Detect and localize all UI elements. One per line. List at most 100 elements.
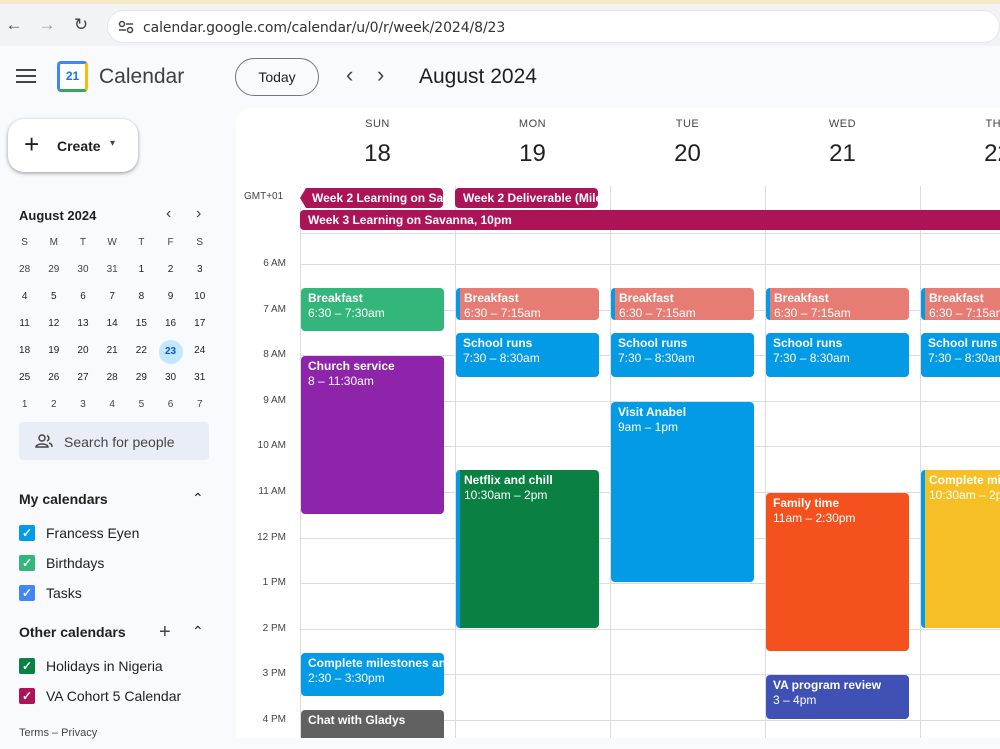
mini-day[interactable]: 25 xyxy=(10,367,39,394)
forward-arrow-icon[interactable]: → xyxy=(38,16,56,34)
mini-day[interactable]: 14 xyxy=(98,313,127,340)
day-number[interactable]: 21 xyxy=(765,140,920,168)
mini-day[interactable]: 20 xyxy=(68,340,97,367)
checkbox-checked-icon[interactable]: ✓ xyxy=(19,555,35,571)
mini-day[interactable]: 8 xyxy=(127,286,156,313)
mini-day[interactable]: 12 xyxy=(39,313,68,340)
calendar-event[interactable]: Breakfast 6:30 – 7:15am xyxy=(611,287,754,320)
day-header[interactable]: MON 19 xyxy=(455,118,610,168)
calendar-event[interactable]: Complete milestones and 2:30 – 3:30pm xyxy=(301,652,444,697)
all-day-event[interactable]: Week 2 Deliverable (Milestone) xyxy=(455,188,598,208)
mini-day[interactable]: 18 xyxy=(10,340,39,367)
my-calendars-title[interactable]: My calendars xyxy=(19,491,108,507)
day-header[interactable]: WED 21 xyxy=(765,118,920,168)
checkbox-checked-icon[interactable]: ✓ xyxy=(19,525,35,541)
mini-day[interactable]: 28 xyxy=(98,367,127,394)
mini-day[interactable]: 6 xyxy=(156,394,185,421)
calendar-item[interactable]: ✓ Birthdays xyxy=(19,553,199,573)
mini-day[interactable]: 11 xyxy=(10,313,39,340)
mini-day[interactable]: 9 xyxy=(156,286,185,313)
mini-day[interactable]: 24 xyxy=(185,340,214,367)
address-bar[interactable]: calendar.google.com/calendar/u/0/r/week/… xyxy=(107,10,1000,43)
mini-prev-month-icon[interactable]: ‹ xyxy=(166,205,171,223)
mini-day[interactable]: 31 xyxy=(185,367,214,394)
calendar-event[interactable]: School runs 7:30 – 8:30am xyxy=(921,333,1000,377)
today-button[interactable]: Today xyxy=(235,58,319,96)
mini-day[interactable]: 15 xyxy=(127,313,156,340)
day-header[interactable]: SUN 18 xyxy=(300,118,455,168)
mini-day[interactable]: 2 xyxy=(39,394,68,421)
all-day-event[interactable]: Week 2 Learning on Savanna xyxy=(300,188,443,208)
main-menu-icon[interactable] xyxy=(16,69,36,85)
mini-day[interactable]: 30 xyxy=(156,367,185,394)
mini-day[interactable]: 21 xyxy=(98,340,127,367)
mini-day[interactable]: 28 xyxy=(10,259,39,286)
calendar-item[interactable]: ✓ Holidays in Nigeria xyxy=(19,656,199,676)
add-calendar-icon[interactable]: + xyxy=(159,622,171,642)
mini-day[interactable]: 1 xyxy=(10,394,39,421)
terms-privacy-links[interactable]: Terms – Privacy xyxy=(19,727,97,739)
calendar-event[interactable]: School runs 7:30 – 8:30am xyxy=(766,333,909,377)
calendar-event[interactable]: School runs 7:30 – 8:30am xyxy=(611,333,754,377)
day-number[interactable]: 22 xyxy=(920,140,1000,168)
mini-day[interactable]: 17 xyxy=(185,313,214,340)
calendar-event[interactable]: Netflix and chill 10:30am – 2pm xyxy=(456,470,599,628)
mini-day[interactable]: 22 xyxy=(127,340,156,367)
calendar-event[interactable]: Church service 8 – 11:30am xyxy=(301,356,444,514)
reload-icon[interactable]: ↻ xyxy=(72,16,90,34)
calendar-event[interactable]: VA program review 3 – 4pm xyxy=(766,675,909,719)
calendar-item[interactable]: ✓ Francess Eyen xyxy=(19,523,199,543)
mini-day[interactable]: 31 xyxy=(98,259,127,286)
other-calendars-title[interactable]: Other calendars xyxy=(19,624,126,640)
calendar-event[interactable]: Complete milestones10:30am – 2pm xyxy=(921,470,1000,628)
calendar-event[interactable]: Breakfast 6:30 – 7:15am xyxy=(456,287,599,320)
mini-day[interactable]: 6 xyxy=(68,286,97,313)
collapse-my-calendars-icon[interactable]: ⌃ xyxy=(192,490,204,507)
calendar-event[interactable]: Breakfast 6:30 – 7:15am xyxy=(921,287,1000,320)
search-people-input[interactable]: Search for people xyxy=(19,422,209,460)
mini-day[interactable]: 27 xyxy=(68,367,97,394)
mini-next-month-icon[interactable]: › xyxy=(196,205,201,223)
collapse-other-calendars-icon[interactable]: ⌃ xyxy=(192,623,204,640)
day-number[interactable]: 18 xyxy=(300,140,455,168)
mini-day[interactable]: 30 xyxy=(68,259,97,286)
next-week-icon[interactable]: › xyxy=(377,64,384,86)
mini-day[interactable]: 7 xyxy=(98,286,127,313)
mini-day[interactable]: 4 xyxy=(98,394,127,421)
day-number[interactable]: 20 xyxy=(610,140,765,168)
create-button[interactable]: + Create ▾ xyxy=(8,119,138,172)
mini-day[interactable]: 2 xyxy=(156,259,185,286)
calendar-item[interactable]: ✓ Tasks xyxy=(19,583,199,603)
mini-day[interactable]: 7 xyxy=(185,394,214,421)
calendar-item[interactable]: ✓ VA Cohort 5 Calendar xyxy=(19,686,199,706)
calendar-event[interactable]: Breakfast 6:30 – 7:30am xyxy=(301,287,444,332)
mini-day[interactable]: 26 xyxy=(39,367,68,394)
all-day-event[interactable]: Week 3 Learning on Savanna, 10pm xyxy=(300,210,1000,230)
calendar-event[interactable]: Breakfast 6:30 – 7:15am xyxy=(766,287,909,320)
mini-day[interactable]: 13 xyxy=(68,313,97,340)
mini-day-today[interactable]: 23 xyxy=(156,340,185,367)
mini-day[interactable]: 4 xyxy=(10,286,39,313)
site-settings-icon[interactable] xyxy=(118,20,134,34)
calendar-event[interactable]: School runs 7:30 – 8:30am xyxy=(456,333,599,377)
calendar-event[interactable]: Visit Anabel 9am – 1pm xyxy=(611,401,754,583)
mini-day[interactable]: 5 xyxy=(39,286,68,313)
previous-week-icon[interactable]: ‹ xyxy=(346,64,353,86)
checkbox-checked-icon[interactable]: ✓ xyxy=(19,658,35,674)
mini-day[interactable]: 3 xyxy=(185,259,214,286)
mini-day[interactable]: 5 xyxy=(127,394,156,421)
mini-day[interactable]: 16 xyxy=(156,313,185,340)
mini-day[interactable]: 3 xyxy=(68,394,97,421)
mini-day[interactable]: 10 xyxy=(185,286,214,313)
time-grid[interactable]: 6 AM 7 AM 8 AM 9 AM 10 AM 11 AM 12 PM 1 PM 2 PM 3… xyxy=(236,234,1000,738)
day-number[interactable]: 19 xyxy=(455,140,610,168)
calendar-event[interactable]: Chat with Gladys xyxy=(301,709,444,738)
checkbox-checked-icon[interactable]: ✓ xyxy=(19,688,35,704)
mini-day[interactable]: 29 xyxy=(39,259,68,286)
mini-day[interactable]: 19 xyxy=(39,340,68,367)
checkbox-checked-icon[interactable]: ✓ xyxy=(19,585,35,601)
day-header[interactable]: TUE 20 xyxy=(610,118,765,168)
day-header[interactable]: THU 22 xyxy=(920,118,1000,168)
mini-day[interactable]: 29 xyxy=(127,367,156,394)
back-arrow-icon[interactable]: ← xyxy=(5,16,23,34)
